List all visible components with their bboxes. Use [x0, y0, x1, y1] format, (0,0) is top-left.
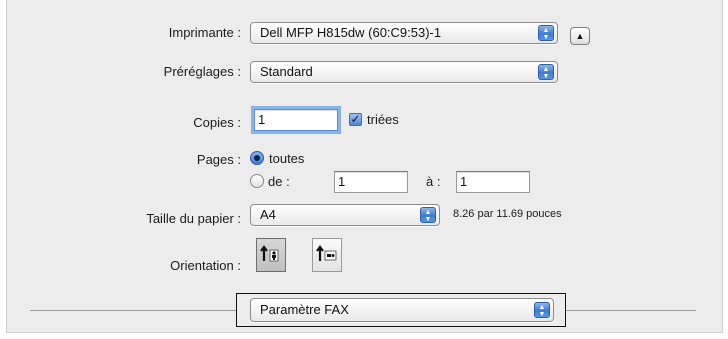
paper-size-value: A4: [260, 207, 276, 222]
printer-value: Dell MFP H815dw (60:C9:53)-1: [260, 25, 442, 40]
popup-arrows-icon: ▲ ▼: [538, 25, 554, 41]
pages-to-field[interactable]: 1: [456, 171, 530, 193]
presets-value: Standard: [260, 64, 313, 79]
printer-label: Imprimante :: [168, 25, 241, 40]
popup-arrows-icon: ▲ ▼: [538, 64, 554, 80]
landscape-orientation-button[interactable]: [312, 238, 342, 272]
pages-all-label: toutes: [269, 151, 305, 166]
orientation-label: Orientation :: [170, 258, 241, 273]
pages-label: Pages :: [196, 152, 241, 167]
paper-size-select[interactable]: A4 ▲ ▼: [250, 204, 440, 226]
pages-range-radio[interactable]: [250, 174, 264, 188]
popup-arrows-icon: ▲ ▼: [420, 207, 436, 223]
pages-range-label: de :: [268, 174, 290, 189]
copies-label: Copies :: [193, 115, 241, 130]
presets-label: Préréglages :: [163, 64, 241, 79]
triangle-up-icon[interactable]: ▲: [570, 27, 590, 45]
collated-label: triées: [367, 112, 399, 127]
separator-left: [30, 310, 236, 311]
pages-to-label: à :: [426, 174, 441, 189]
collated-checkbox[interactable]: ✓: [349, 113, 362, 126]
pages-from-field[interactable]: 1: [334, 171, 408, 193]
separator-right: [566, 310, 696, 311]
pages-all-radio[interactable]: [250, 151, 264, 165]
popup-arrows-icon: ▲ ▼: [534, 302, 550, 318]
landscape-orientation-icon: [316, 245, 337, 261]
copies-field[interactable]: 1: [251, 106, 341, 134]
paper-dimensions: 8.26 par 11.69 pouces: [453, 208, 562, 220]
section-select[interactable]: Paramètre FAX ▲ ▼: [250, 298, 554, 322]
paper-size-label: Taille du papier :: [146, 211, 241, 226]
section-value: Paramètre FAX: [260, 302, 349, 317]
portrait-orientation-button[interactable]: [256, 238, 286, 272]
portrait-orientation-icon: [260, 245, 279, 262]
presets-select[interactable]: Standard ▲ ▼: [250, 61, 558, 83]
printer-select[interactable]: Dell MFP H815dw (60:C9:53)-1 ▲ ▼: [250, 22, 558, 44]
